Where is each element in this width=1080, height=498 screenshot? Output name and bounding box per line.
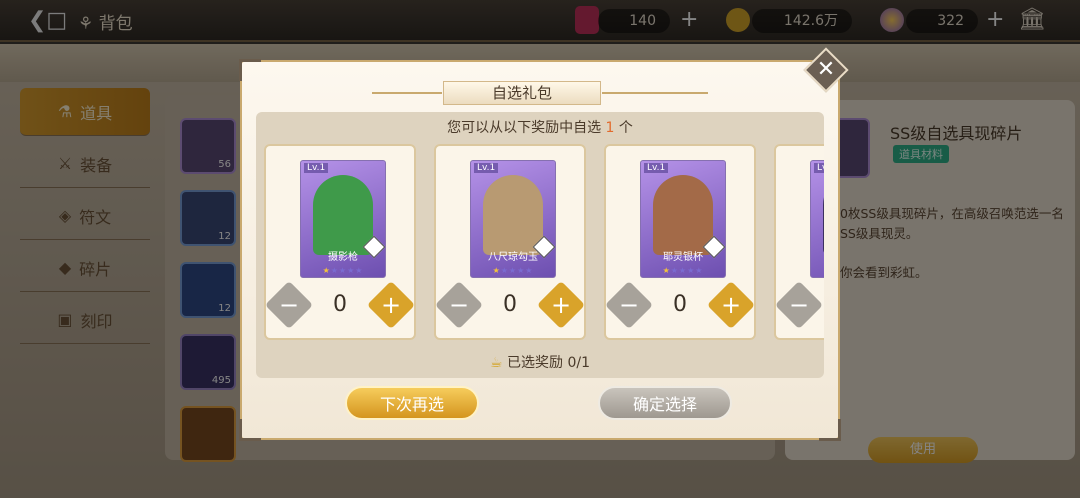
corner-ornament [819,419,841,441]
reward-card[interactable]: Lv.1 八尺琼勾玉 ★★★★★ − 0 + [434,144,586,340]
plus-icon[interactable]: + [714,288,748,322]
character-figure [823,175,824,255]
character-portrait[interactable]: Lv.1 耶灵银杯 ★★★★★ [640,160,726,278]
character-portrait[interactable]: Lv.1 [810,160,824,278]
plus-icon[interactable]: + [544,288,578,322]
character-figure [483,175,543,255]
character-figure [653,175,713,255]
reward-card[interactable]: Lv.1 − 0 [774,144,824,340]
confirm-selection-button[interactable]: 确定选择 [598,386,732,420]
selected-summary: ☕ 已选奖励 0/1 [490,355,590,371]
star-rating: ★★★★★ [322,266,364,275]
dialog-title: 自选礼包 [443,81,601,105]
corner-ornament [239,59,261,81]
character-figure [313,175,373,255]
character-portrait[interactable]: Lv.1 八尺琼勾玉 ★★★★★ [470,160,556,278]
close-icon[interactable]: ✕ [808,54,844,86]
reward-card[interactable]: Lv.1 摄影枪 ★★★★★ − 0 + [264,144,416,340]
star-rating: ★★★★★ [662,266,704,275]
star-rating: ★★★★★ [492,266,534,275]
dialog-subtitle: 您可以从以下奖励中自选 1 个 [447,120,633,136]
title-divider-right [602,92,708,94]
plus-icon[interactable]: + [374,288,408,322]
choose-later-button[interactable]: 下次再选 [345,386,479,420]
corner-ornament [239,419,261,441]
reward-card-list[interactable]: Lv.1 摄影枪 ★★★★★ − 0 + Lv.1 八尺琼勾玉 ★★★★★ − … [256,140,824,345]
reward-card[interactable]: Lv.1 耶灵银杯 ★★★★★ − 0 + [604,144,756,340]
title-divider-left [372,92,442,94]
quantity-value: 0 [776,292,824,317]
pot-icon: ☕ [490,355,503,371]
character-portrait[interactable]: Lv.1 摄影枪 ★★★★★ [300,160,386,278]
